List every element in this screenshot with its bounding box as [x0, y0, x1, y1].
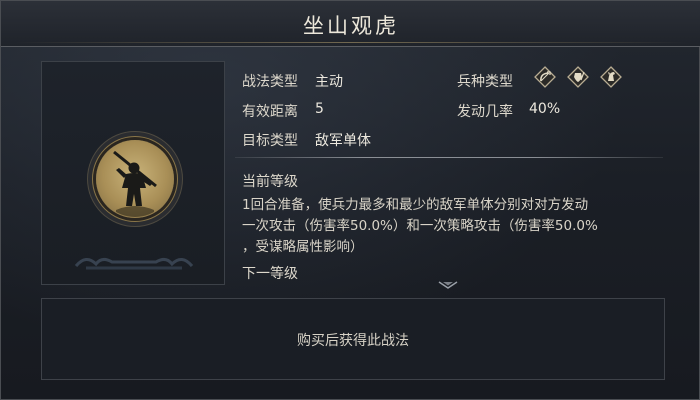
- current-level-heading: 当前等级: [242, 174, 298, 190]
- description-line: 1回合准备，使兵力最多和最少的敌军单体分别对对方发动: [242, 197, 589, 213]
- skill-medallion: [96, 140, 174, 218]
- chevron-down-icon[interactable]: [438, 280, 458, 290]
- purchase-hint: 购买后获得此战法: [297, 333, 409, 349]
- troop-type-label: 兵种类型: [457, 74, 513, 90]
- current-level-description: 1回合准备，使兵力最多和最少的敌军单体分别对对方发动 一次攻击（伤害率50.0%…: [242, 195, 662, 258]
- divider: [235, 157, 663, 158]
- skill-detail-panel: 坐山观虎 战法类型 主动 有效距离 5 目标类型 敌军单体 兵种类型 发动几率 …: [0, 0, 700, 400]
- shield-icon: [567, 66, 589, 88]
- target-label: 目标类型: [242, 133, 298, 149]
- purchase-area[interactable]: 购买后获得此战法: [41, 298, 665, 380]
- next-level-heading: 下一等级: [242, 266, 298, 282]
- range-value: 5: [315, 101, 324, 117]
- title-bar: 坐山观虎: [1, 1, 700, 47]
- cloud-ornament-icon: [74, 257, 194, 270]
- trigger-rate-label: 发动几率: [457, 104, 513, 120]
- target-value: 敌军单体: [315, 133, 371, 149]
- skill-type-value: 主动: [315, 74, 343, 90]
- warrior-silhouette-icon: [113, 150, 157, 217]
- trigger-rate-value: 40%: [529, 101, 561, 117]
- description-line: 一次攻击（伤害率50.0%）和一次策略攻击（伤害率50.0%: [242, 218, 598, 234]
- bow-icon: [534, 66, 556, 88]
- skill-portrait-box: [41, 61, 225, 285]
- description-line: ，受谋略属性影响）: [242, 239, 364, 255]
- skill-type-label: 战法类型: [242, 74, 298, 90]
- range-label: 有效距离: [242, 104, 298, 120]
- horse-icon: [600, 66, 622, 88]
- skill-title: 坐山观虎: [303, 14, 399, 38]
